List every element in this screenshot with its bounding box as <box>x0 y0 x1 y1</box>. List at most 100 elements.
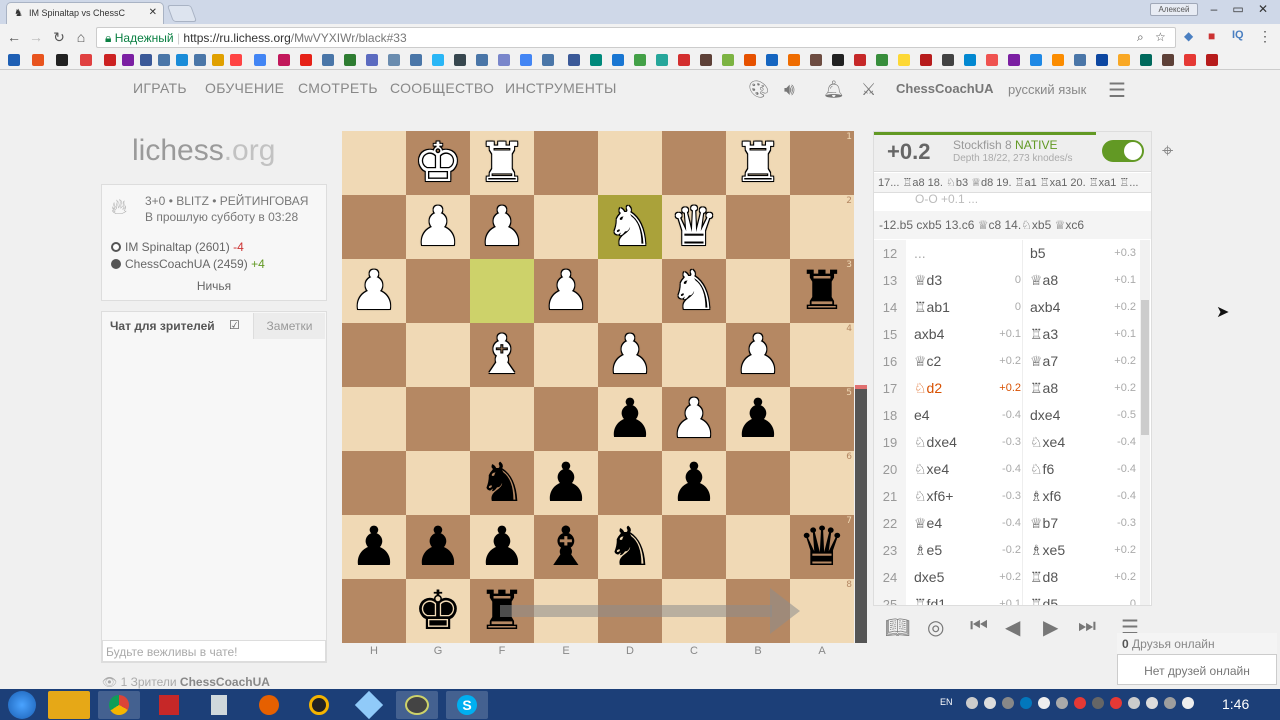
white-move[interactable]: ♘dxe4 <box>914 429 957 456</box>
black-move[interactable]: ♗xf6 <box>1030 483 1061 510</box>
board-square-a1[interactable]: 1 <box>790 131 854 195</box>
board-square-a4[interactable]: 4 <box>790 323 854 387</box>
bookmark-icon[interactable] <box>498 54 510 66</box>
maximize-icon[interactable]: ▭ <box>1227 2 1249 16</box>
principal-variation[interactable]: 17... ♖a8 18. ♘b3 ♕d8 19. ♖a1 ♖xa1 20. ♖… <box>874 173 1151 193</box>
white-move[interactable]: ♖fd1 <box>914 591 946 605</box>
tray-icon[interactable] <box>1020 697 1032 709</box>
study-icon[interactable]: 📖︎ <box>885 615 910 640</box>
board-square-a5[interactable]: 5 <box>790 387 854 451</box>
bookmark-icon[interactable] <box>32 54 44 66</box>
board-square-g1[interactable]: ♚ <box>406 131 470 195</box>
notes-tab[interactable]: Заметки <box>253 313 325 339</box>
challenge-icon[interactable]: ⚔︎ <box>861 80 876 100</box>
board-square-d4[interactable]: ♟ <box>598 323 662 387</box>
white-pawn-icon[interactable]: ♟ <box>670 387 718 450</box>
chat-input[interactable]: Будьте вежливы в чате! <box>102 640 326 662</box>
board-square-b7[interactable] <box>726 515 790 579</box>
black-move[interactable]: ♖a8 <box>1030 375 1058 402</box>
sound-icon[interactable]: 🔊︎ <box>784 80 795 100</box>
reload-icon[interactable]: ↻ <box>50 29 68 46</box>
board-square-d3[interactable] <box>598 259 662 323</box>
white-knight-icon[interactable]: ♞ <box>670 259 718 322</box>
bookmark-icon[interactable] <box>1074 54 1086 66</box>
white-pawn-icon[interactable]: ♟ <box>350 259 398 322</box>
board-square-c3[interactable]: ♞ <box>662 259 726 323</box>
last-move-icon[interactable]: ⏭︎ <box>1078 615 1096 638</box>
white-king-icon[interactable]: ♚ <box>414 131 462 194</box>
board-square-b4[interactable]: ♟ <box>726 323 790 387</box>
bookmark-icon[interactable] <box>278 54 290 66</box>
board-square-h4[interactable] <box>342 323 406 387</box>
bookmark-icon[interactable] <box>634 54 646 66</box>
bookmark-icon[interactable] <box>722 54 734 66</box>
bookmark-icon[interactable] <box>476 54 488 66</box>
white-pawn-icon[interactable]: ♟ <box>478 195 526 258</box>
black-move[interactable]: dxe4 <box>1030 402 1060 429</box>
tray-icon[interactable] <box>984 697 996 709</box>
extension-icon[interactable]: ◆ <box>1184 29 1193 43</box>
bookmark-icon[interactable] <box>8 54 20 66</box>
white-pawn-icon[interactable]: ♟ <box>542 259 590 322</box>
board-square-c1[interactable] <box>662 131 726 195</box>
white-move[interactable]: dxe5 <box>914 564 944 591</box>
taskbar-calculator[interactable] <box>198 691 240 719</box>
white-rook-icon[interactable]: ♜ <box>734 131 782 194</box>
board-square-d5[interactable]: ♟ <box>598 387 662 451</box>
bell-icon[interactable]: 🔔︎ <box>823 80 845 100</box>
next-move-icon[interactable]: ▶︎ <box>1043 615 1058 640</box>
white-queen-icon[interactable]: ♛ <box>670 195 718 258</box>
bookmark-icon[interactable] <box>520 54 532 66</box>
black-bishop-icon[interactable]: ♝ <box>542 515 590 578</box>
taskbar-app[interactable] <box>298 691 340 719</box>
chess-board[interactable]: ♚♜♜1♟♟♞♛2♟♟♞♜3♝♟♟4♟♟♟5♞♟♟6♟♟♟♝♞♛7♚♜8 <box>342 131 854 643</box>
bookmark-icon[interactable] <box>230 54 242 66</box>
black-knight-icon[interactable]: ♞ <box>606 515 654 578</box>
input-language[interactable]: EN <box>940 697 953 707</box>
nav-watch[interactable]: СМОТРЕТЬ <box>298 80 378 96</box>
board-square-c2[interactable]: ♛ <box>662 195 726 259</box>
bookmark-icon[interactable] <box>898 54 910 66</box>
black-queen-icon[interactable]: ♛ <box>798 515 846 578</box>
bookmark-icon[interactable] <box>542 54 554 66</box>
close-window-icon[interactable]: ✕ <box>1252 2 1274 16</box>
black-move[interactable]: ♘xe4 <box>1030 429 1065 456</box>
nav-tools[interactable]: ИНСТРУМЕНТЫ <box>505 80 617 96</box>
board-square-e1[interactable] <box>534 131 598 195</box>
taskbar-chessbase[interactable] <box>396 691 438 719</box>
bookmark-icon[interactable] <box>1052 54 1064 66</box>
white-move[interactable]: ♘xf6+ <box>914 483 953 510</box>
board-square-g3[interactable] <box>406 259 470 323</box>
bookmark-icon[interactable] <box>322 54 334 66</box>
white-pawn-icon[interactable]: ♟ <box>734 323 782 386</box>
bookmark-star-icon[interactable]: ☆ <box>1155 30 1166 44</box>
bookmark-icon[interactable] <box>1008 54 1020 66</box>
board-square-b2[interactable] <box>726 195 790 259</box>
black-pawn-icon[interactable]: ♟ <box>542 451 590 514</box>
white-move[interactable]: ♘xe4 <box>914 456 949 483</box>
tray-icon[interactable] <box>1128 697 1140 709</box>
white-move[interactable]: ♕c2 <box>914 348 941 375</box>
site-logo[interactable]: lichess.org <box>132 134 275 168</box>
board-square-b1[interactable]: ♜ <box>726 131 790 195</box>
black-move[interactable]: ♕a8 <box>1030 267 1058 294</box>
white-move[interactable]: axb4 <box>914 321 944 348</box>
board-square-h1[interactable] <box>342 131 406 195</box>
taskbar-chrome[interactable] <box>98 691 140 719</box>
board-square-b6[interactable] <box>726 451 790 515</box>
address-bar[interactable]: 🔒︎ Надежный | https://ru.lichess.org/MwV… <box>96 27 1176 48</box>
black-pawn-icon[interactable]: ♟ <box>350 515 398 578</box>
close-tab-icon[interactable]: ✕ <box>149 7 157 18</box>
bookmark-icon[interactable] <box>254 54 266 66</box>
watcher-name[interactable]: ChessCoachUA <box>180 675 270 689</box>
board-square-e6[interactable]: ♟ <box>534 451 598 515</box>
black-king-icon[interactable]: ♚ <box>414 579 462 642</box>
nav-community[interactable]: СООБЩЕСТВО <box>390 80 494 96</box>
taskbar-clock[interactable]: 1:46 <box>1222 696 1249 712</box>
white-rook-icon[interactable]: ♜ <box>478 131 526 194</box>
friends-header[interactable]: 0 Друзья онлайн <box>1117 633 1277 655</box>
board-square-g8[interactable]: ♚ <box>406 579 470 643</box>
bookmark-icon[interactable] <box>612 54 624 66</box>
bookmark-icon[interactable] <box>964 54 976 66</box>
taskbar-paint[interactable] <box>348 690 390 720</box>
